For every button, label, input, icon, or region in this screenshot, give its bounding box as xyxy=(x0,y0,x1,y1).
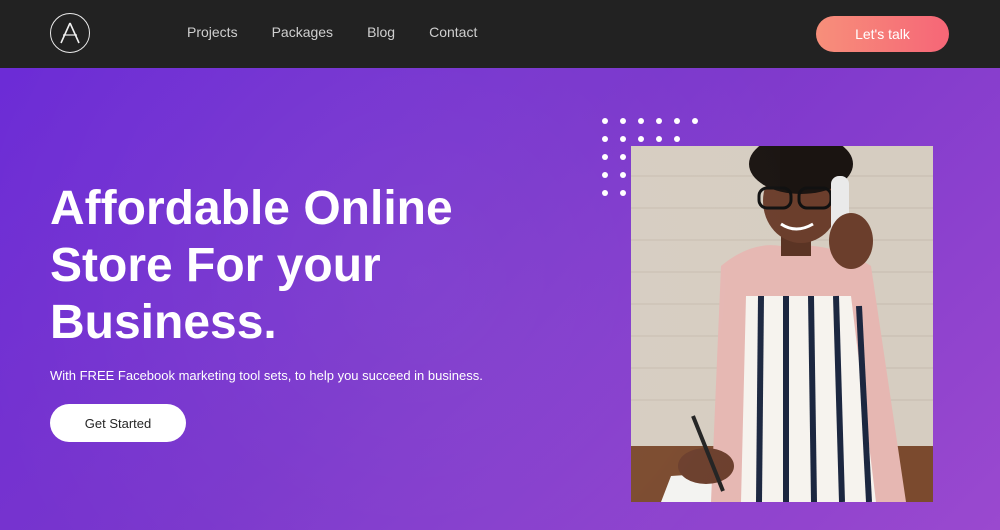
dot xyxy=(638,118,644,124)
dot xyxy=(620,136,626,142)
dot xyxy=(620,118,626,124)
dot xyxy=(602,172,608,178)
dot xyxy=(602,118,608,124)
dot xyxy=(602,136,608,142)
hero-section: Affordable Online Store For your Busines… xyxy=(0,68,1000,530)
woman-on-phone-illustration xyxy=(631,146,933,502)
dot xyxy=(638,136,644,142)
dot xyxy=(656,136,662,142)
dot xyxy=(620,154,626,160)
logo[interactable] xyxy=(50,13,90,53)
dot xyxy=(692,118,698,124)
dot xyxy=(602,190,608,196)
hero-photo xyxy=(631,146,933,502)
dot xyxy=(620,190,626,196)
nav-links: Projects Packages Blog Contact xyxy=(187,24,511,40)
nav-link-blog[interactable]: Blog xyxy=(367,24,395,40)
hero-subtitle: With FREE Facebook marketing tool sets, … xyxy=(50,368,483,383)
dot xyxy=(656,118,662,124)
dot xyxy=(620,172,626,178)
dot xyxy=(674,118,680,124)
decorative-dots xyxy=(602,118,702,198)
dot xyxy=(674,136,680,142)
dot xyxy=(602,154,608,160)
top-navbar: Projects Packages Blog Contact Let's tal… xyxy=(0,0,1000,68)
lets-talk-button[interactable]: Let's talk xyxy=(816,16,949,52)
a-logo-icon xyxy=(60,22,80,44)
hero-title: Affordable Online Store For your Busines… xyxy=(50,182,453,349)
nav-link-packages[interactable]: Packages xyxy=(272,24,333,40)
nav-link-projects[interactable]: Projects xyxy=(187,24,238,40)
get-started-button[interactable]: Get Started xyxy=(50,404,186,442)
nav-link-contact[interactable]: Contact xyxy=(429,24,477,40)
